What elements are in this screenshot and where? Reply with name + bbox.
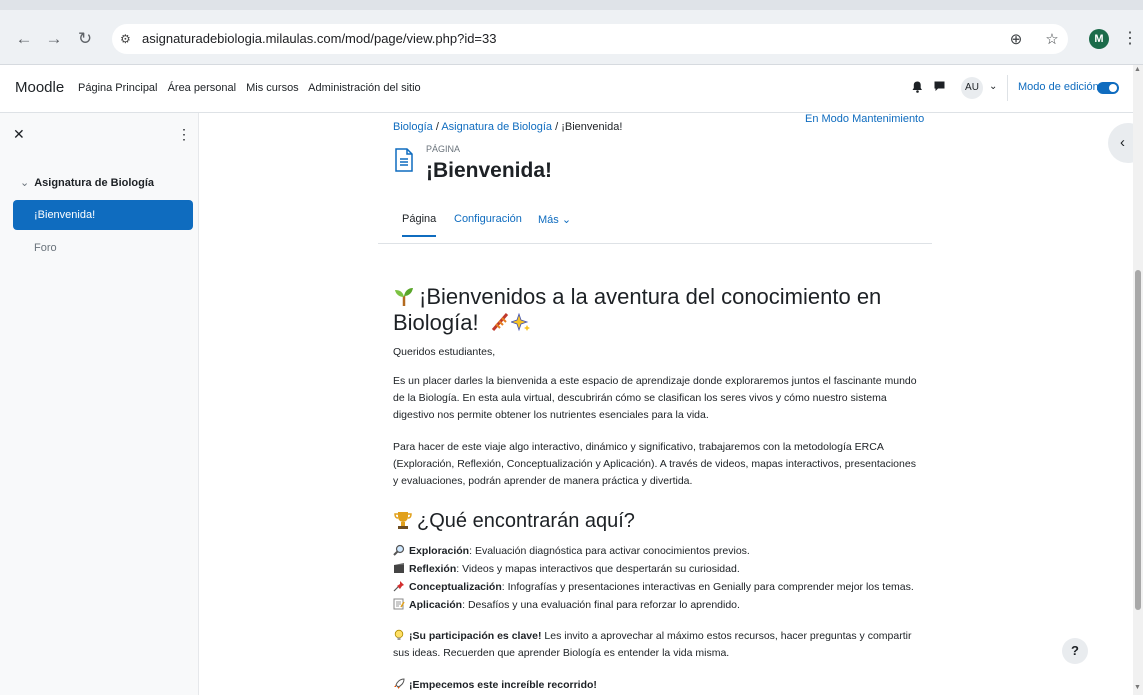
site-brand[interactable]: Moodle: [15, 79, 64, 96]
kebab-menu-icon[interactable]: ⋮: [177, 126, 191, 143]
list-term: Exploración: [409, 545, 470, 557]
list-item: Conceptualización: Infografías y present…: [393, 580, 914, 593]
browser-menu-icon[interactable]: ⋮: [1122, 29, 1138, 49]
zoom-icon[interactable]: ⊕: [1006, 30, 1026, 50]
reload-icon[interactable]: ↻: [74, 28, 96, 50]
maintenance-link[interactable]: En Modo Mantenimiento: [805, 113, 924, 125]
film-icon: [393, 562, 406, 574]
forward-icon[interactable]: →: [43, 28, 65, 50]
list-item: Aplicación: Desafíos y una evaluación fi…: [393, 598, 740, 611]
rocket-icon: [393, 678, 406, 690]
drawer-item-bienvenida[interactable]: ¡Bienvenida!: [13, 200, 193, 230]
list-text: : Evaluación diagnóstica para activar co…: [469, 545, 750, 557]
activity-kind: PÁGINA: [426, 144, 461, 154]
sprout-icon: [393, 285, 415, 307]
site-settings-icon[interactable]: ⚙: [120, 31, 136, 47]
closing-line: ¡Empecemos este increíble recorrido!: [393, 678, 597, 691]
messages-icon[interactable]: [932, 81, 946, 95]
tab-pagina[interactable]: Página: [402, 213, 437, 237]
greeting: Queridos estudiantes,: [393, 346, 496, 358]
profile-avatar[interactable]: M: [1089, 29, 1109, 49]
chevron-down-icon[interactable]: ⌄: [20, 177, 29, 189]
top-navbar: Moodle Página Principal Área personal Mi…: [0, 65, 1133, 113]
dna-icon: [489, 311, 511, 333]
scroll-up-arrow-icon[interactable]: ▲: [1134, 66, 1141, 73]
breadcrumb-link-course[interactable]: Asignatura de Biología: [441, 121, 552, 133]
trophy-icon: [393, 510, 413, 530]
tab-mas[interactable]: Más ⌄: [538, 213, 571, 236]
nav-link-dashboard[interactable]: Área personal: [168, 82, 237, 94]
secondary-navigation: Página Configuración Más ⌄: [378, 209, 932, 244]
chevron-down-icon[interactable]: ⌄: [989, 81, 997, 92]
list-text: : Desafíos y una evaluación final para r…: [462, 599, 740, 611]
nav-link-my-courses[interactable]: Mis cursos: [246, 82, 299, 94]
memo-icon: [393, 598, 406, 610]
pushpin-icon: [393, 580, 406, 592]
list-item: Reflexión: Videos y mapas interactivos q…: [393, 562, 740, 575]
back-icon[interactable]: ←: [13, 28, 35, 50]
list-text: : Infografías y presentaciones interacti…: [501, 581, 914, 593]
edit-mode-label: Modo de edición: [1018, 81, 1099, 93]
list-item: Exploración: Evaluación diagnóstica para…: [393, 544, 750, 557]
close-icon[interactable]: ✕: [13, 126, 25, 143]
list-text: : Videos y mapas interactivos que desper…: [456, 563, 740, 575]
edit-mode-toggle[interactable]: [1097, 82, 1119, 94]
primary-navigation: Página Principal Área personal Mis curso…: [78, 82, 428, 94]
list-term: Aplicación: [409, 599, 463, 611]
participation-paragraph: ¡Su participación es clave! Les invito a…: [393, 628, 918, 662]
page-icon: [394, 148, 414, 172]
nav-link-home[interactable]: Página Principal: [78, 82, 158, 94]
bell-icon[interactable]: [910, 81, 924, 95]
closing-text: ¡Empecemos este increíble recorrido!: [409, 679, 597, 691]
welcome-heading: ¡Bienvenidos a la aventura del conocimie…: [393, 284, 913, 336]
course-title: Asignatura de Biología: [34, 177, 155, 189]
address-bar[interactable]: ⚙ asignaturadebiologia.milaulas.com/mod/…: [112, 24, 1068, 54]
breadcrumb-current: ¡Bienvenida!: [561, 121, 623, 133]
scroll-down-arrow-icon[interactable]: ▼: [1134, 684, 1141, 691]
magnifier-icon: [393, 544, 406, 556]
nav-link-site-admin[interactable]: Administración del sitio: [308, 82, 421, 94]
drawer-item-foro[interactable]: Foro: [13, 233, 193, 263]
section-heading: ¿Qué encontrarán aquí?: [393, 510, 635, 533]
course-section-header[interactable]: ⌄ Asignatura de Biología: [20, 176, 154, 189]
lightbulb-icon: [393, 629, 406, 641]
navbar-divider: [1007, 75, 1008, 101]
chevron-left-icon: ‹: [1120, 134, 1125, 151]
participation-bold: ¡Su participación es clave!: [409, 630, 542, 642]
intro-paragraph: Es un placer darles la bienvenida a este…: [393, 375, 917, 421]
section-heading-text: ¿Qué encontrarán aquí?: [417, 510, 635, 532]
block-drawer-toggle[interactable]: ‹: [1108, 123, 1133, 163]
course-index-drawer: ✕ ⋮ ⌄ Asignatura de Biología ¡Bienvenida!…: [0, 113, 199, 695]
tab-strip: [0, 0, 1143, 10]
method-paragraph: Para hacer de este viaje algo interactiv…: [393, 441, 916, 487]
page-title: ¡Bienvenida!: [426, 159, 553, 182]
sparkles-icon: [509, 312, 531, 333]
tab-mas-label: Más: [538, 214, 559, 226]
tab-configuracion[interactable]: Configuración: [454, 213, 522, 235]
breadcrumb-link-biologia[interactable]: Biología: [393, 121, 433, 133]
breadcrumb: Biología / Asignatura de Biología / ¡Bie…: [393, 121, 622, 133]
user-avatar[interactable]: AU: [961, 77, 983, 99]
list-term: Conceptualización: [409, 581, 502, 593]
welcome-heading-text: ¡Bienvenidos a la aventura del conocimie…: [393, 284, 882, 335]
chevron-down-icon: ⌄: [561, 214, 572, 226]
bookmark-star-icon[interactable]: ☆: [1042, 30, 1062, 50]
list-term: Reflexión: [409, 563, 457, 575]
page-body: ✕ ⋮ ⌄ Asignatura de Biología ¡Bienvenida!…: [0, 113, 1133, 695]
browser-toolbar: ← → ↻ ⚙ asignaturadebiologia.milaulas.co…: [0, 0, 1143, 65]
url-text: asignaturadebiologia.milaulas.com/mod/pa…: [142, 31, 497, 46]
scrollbar-thumb[interactable]: [1135, 270, 1141, 610]
help-button[interactable]: ?: [1062, 638, 1088, 664]
